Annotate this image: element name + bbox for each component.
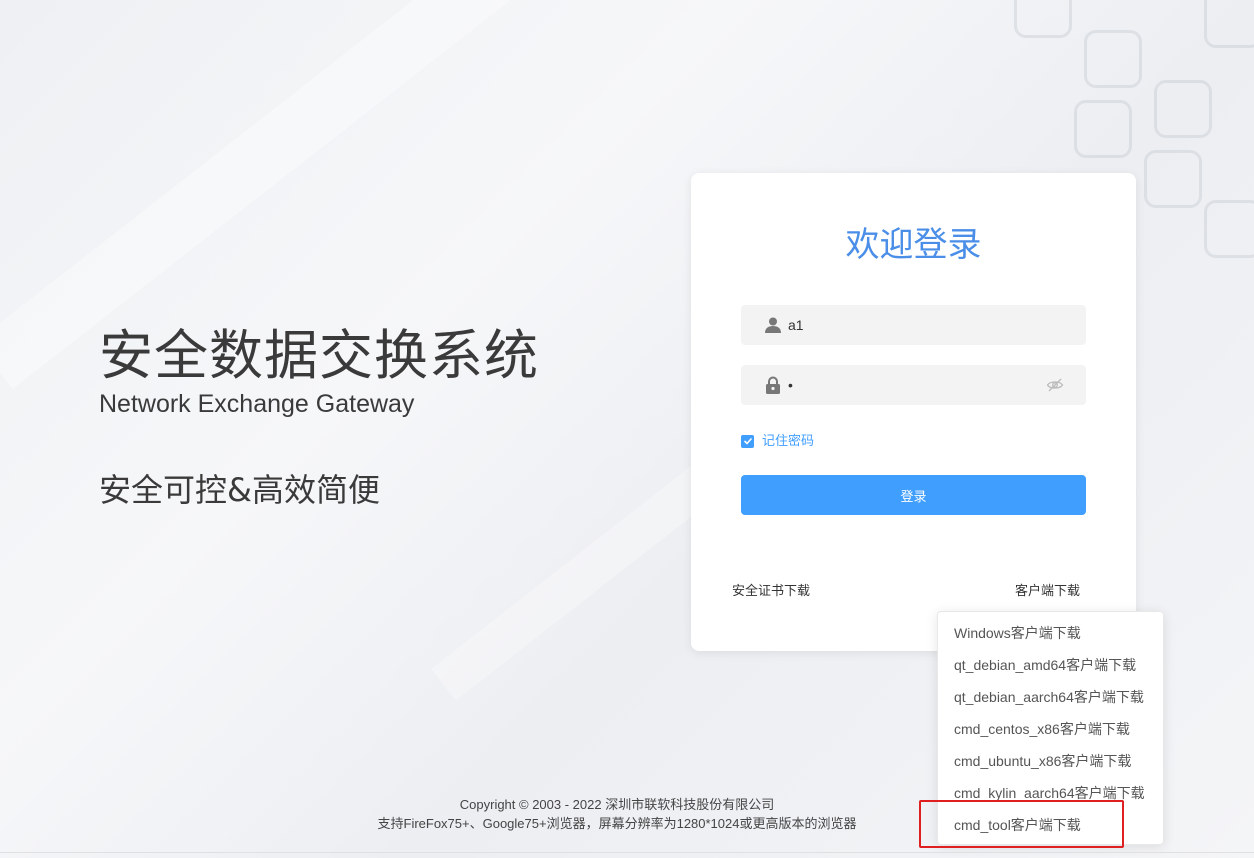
username-field[interactable]	[741, 305, 1086, 345]
remember-label: 记住密码	[762, 433, 815, 448]
user-icon	[764, 316, 782, 334]
hero-subtitle: Network Exchange Gateway	[99, 390, 415, 418]
menu-item-qt-debian-aarch64[interactable]: qt_debian_aarch64客户端下载	[938, 681, 1163, 713]
checkmark-icon	[743, 437, 752, 445]
footer-browser-note: 支持FireFox75+、Google75+浏览器，屏幕分辨率为1280*102…	[377, 816, 857, 831]
lock-icon	[764, 376, 782, 394]
login-button[interactable]: 登录	[741, 475, 1086, 515]
menu-item-qt-debian-amd64[interactable]: qt_debian_amd64客户端下载	[938, 649, 1163, 681]
cert-download-link[interactable]: 安全证书下载	[732, 582, 810, 600]
remember-password[interactable]: 记住密码	[741, 433, 814, 449]
remember-checkbox[interactable]	[741, 434, 754, 448]
menu-item-cmd-centos-x86[interactable]: cmd_centos_x86客户端下载	[938, 713, 1163, 745]
menu-item-windows[interactable]: Windows客户端下载	[938, 617, 1163, 649]
menu-item-cmd-ubuntu-x86[interactable]: cmd_ubuntu_x86客户端下载	[938, 745, 1163, 777]
footer-copyright: Copyright © 2003 - 2022 深圳市联软科技股份有限公司	[459, 797, 775, 812]
bottom-divider	[0, 852, 1254, 853]
password-field[interactable]	[741, 365, 1086, 405]
hero-slogan: 安全可控&高效简便	[99, 471, 380, 509]
username-input[interactable]	[788, 305, 1048, 345]
client-download-link[interactable]: 客户端下载	[1015, 582, 1080, 600]
password-input[interactable]	[788, 365, 1048, 405]
login-title: 欢迎登录	[845, 225, 982, 265]
hero-title: 安全数据交换系统	[99, 324, 539, 387]
eye-off-icon[interactable]	[1046, 376, 1064, 394]
